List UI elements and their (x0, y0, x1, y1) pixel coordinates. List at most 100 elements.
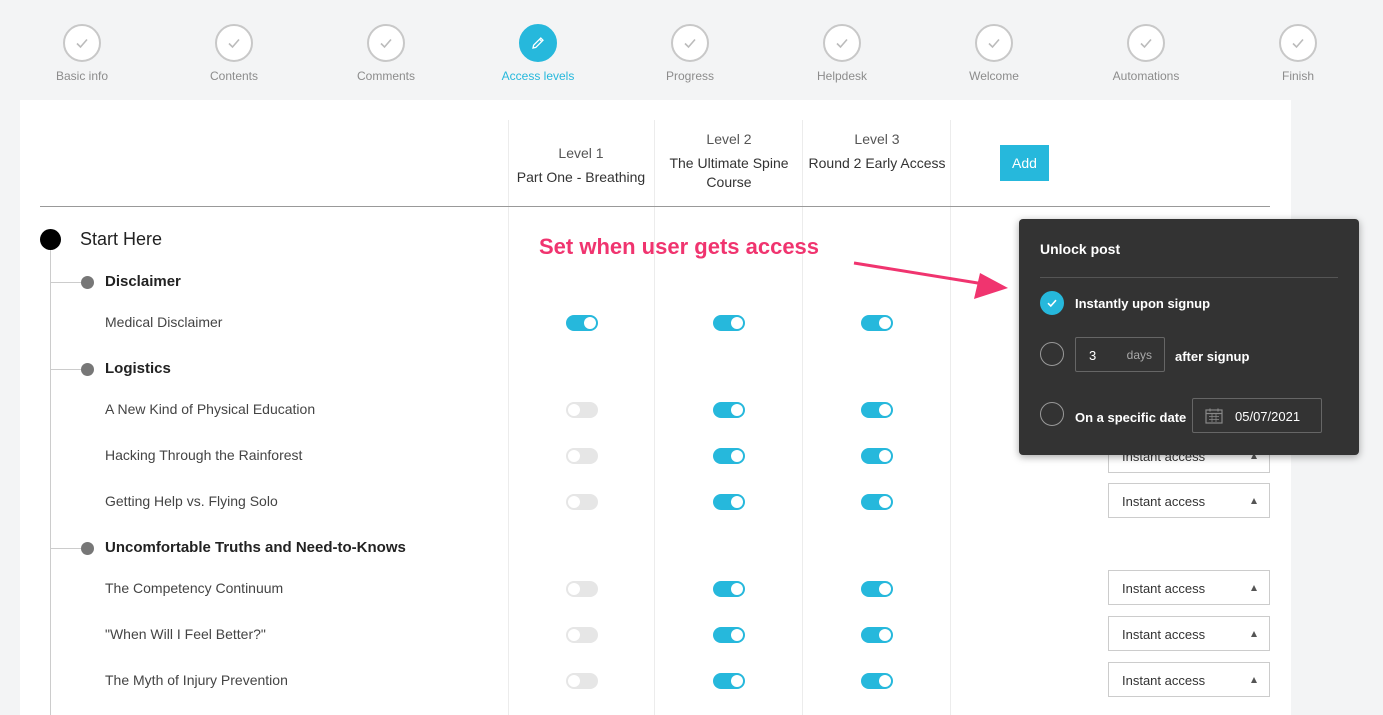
toggle-knob (568, 629, 580, 641)
step-circle (1279, 24, 1317, 62)
check-icon (836, 38, 848, 49)
access-toggle[interactable] (713, 581, 745, 597)
level-name: Part One - Breathing (516, 169, 646, 185)
level-number: Level 3 (854, 131, 900, 147)
arrow-icon (853, 261, 1008, 299)
toggle-knob (731, 450, 743, 462)
add-level-button[interactable]: Add (1000, 145, 1049, 181)
access-toggle[interactable] (566, 448, 598, 464)
post-title: Medical Disclaimer (105, 314, 223, 330)
unlock-post-popup: Unlock post Instantly upon signup 3 days… (1019, 219, 1359, 455)
access-toggle[interactable] (566, 402, 598, 418)
step-circle (367, 24, 405, 62)
level-2-header: Level 2 The Ultimate Spine Course (656, 130, 802, 192)
caret-icon (1251, 677, 1257, 683)
unlock-dropdown[interactable]: Instant access (1108, 616, 1270, 651)
level-name: Round 2 Early Access (808, 155, 946, 171)
section-dot (81, 276, 94, 289)
step-circle (63, 24, 101, 62)
step-circle (519, 24, 557, 62)
step-label: Finish (1281, 69, 1314, 83)
option-label: Instantly upon signup (1075, 296, 1211, 311)
access-toggle[interactable] (861, 448, 893, 464)
access-toggle[interactable] (713, 315, 745, 331)
branch-line (51, 369, 81, 370)
column-divider (950, 120, 951, 715)
level-name: The Ultimate Spine Course (669, 155, 789, 190)
root-node-dot (40, 229, 61, 250)
toggle-knob (879, 450, 891, 462)
level-number: Level 2 (706, 131, 752, 147)
post-title: Getting Help vs. Flying Solo (105, 493, 278, 509)
wizard-stepper: Basic info Contents Comments Access leve… (0, 0, 1383, 98)
step-automations[interactable]: Automations (1086, 24, 1206, 83)
toggle-knob (568, 450, 580, 462)
days-value: 3 (1089, 348, 1097, 363)
step-circle (215, 24, 253, 62)
access-toggle[interactable] (861, 627, 893, 643)
toggle-knob (731, 629, 743, 641)
access-toggle[interactable] (713, 673, 745, 689)
pencil-icon (532, 37, 544, 49)
level-number: Level 1 (558, 145, 604, 161)
access-toggle[interactable] (566, 494, 598, 510)
step-basic-info[interactable]: Basic info (22, 24, 142, 83)
toggle-knob (568, 675, 580, 687)
unlock-dropdown[interactable]: Instant access (1108, 662, 1270, 697)
access-toggle[interactable] (861, 402, 893, 418)
level-1-header: Level 1 Part One - Breathing (508, 144, 654, 187)
step-finish[interactable]: Finish (1238, 24, 1358, 83)
toggle-knob (568, 496, 580, 508)
check-icon (1292, 38, 1304, 49)
column-divider (802, 120, 803, 715)
step-circle (975, 24, 1013, 62)
access-toggle[interactable] (566, 581, 598, 597)
radio-instant[interactable] (1040, 291, 1064, 315)
unlock-dropdown[interactable]: Instant access (1108, 570, 1270, 605)
step-welcome[interactable]: Welcome (934, 24, 1054, 83)
post-title: The Competency Continuum (105, 580, 284, 596)
unlock-dropdown[interactable]: Instant access (1108, 483, 1270, 518)
check-icon (76, 38, 88, 49)
access-toggle[interactable] (713, 448, 745, 464)
toggle-knob (568, 404, 580, 416)
step-label: Access levels (501, 69, 575, 83)
header-divider (40, 206, 1270, 207)
step-access-levels[interactable]: Access levels (478, 24, 598, 83)
access-toggle[interactable] (861, 494, 893, 510)
access-toggle[interactable] (713, 494, 745, 510)
check-icon (228, 38, 240, 49)
popup-divider (1040, 277, 1338, 278)
access-toggle[interactable] (566, 627, 598, 643)
step-comments[interactable]: Comments (326, 24, 446, 83)
access-toggle[interactable] (861, 581, 893, 597)
check-icon (1140, 38, 1152, 49)
annotation-text: Set when user gets access (539, 234, 820, 259)
access-toggle[interactable] (861, 673, 893, 689)
toggle-knob (879, 675, 891, 687)
step-helpdesk[interactable]: Helpdesk (782, 24, 902, 83)
dropdown-value: Instant access (1122, 673, 1206, 688)
access-toggle[interactable] (713, 402, 745, 418)
post-title: Hacking Through the Rainforest (105, 447, 303, 463)
step-contents[interactable]: Contents (174, 24, 294, 83)
access-toggle[interactable] (566, 673, 598, 689)
check-icon (988, 38, 1000, 49)
toggle-knob (731, 404, 743, 416)
option-label: after signup (1175, 349, 1250, 364)
post-title: The Myth of Injury Prevention (105, 672, 288, 688)
radio-days[interactable] (1040, 342, 1064, 366)
days-input[interactable]: 3 days (1075, 337, 1165, 372)
column-divider (508, 120, 509, 715)
step-circle (1127, 24, 1165, 62)
access-toggle[interactable] (861, 315, 893, 331)
date-picker[interactable]: 05/07/2021 (1192, 398, 1322, 433)
step-progress[interactable]: Progress (630, 24, 750, 83)
access-toggle[interactable] (713, 627, 745, 643)
section-title: Disclaimer (105, 273, 181, 290)
dropdown-value: Instant access (1122, 581, 1206, 596)
access-toggle[interactable] (566, 315, 598, 331)
branch-line (51, 282, 81, 283)
check-icon (380, 38, 392, 49)
radio-date[interactable] (1040, 402, 1064, 426)
